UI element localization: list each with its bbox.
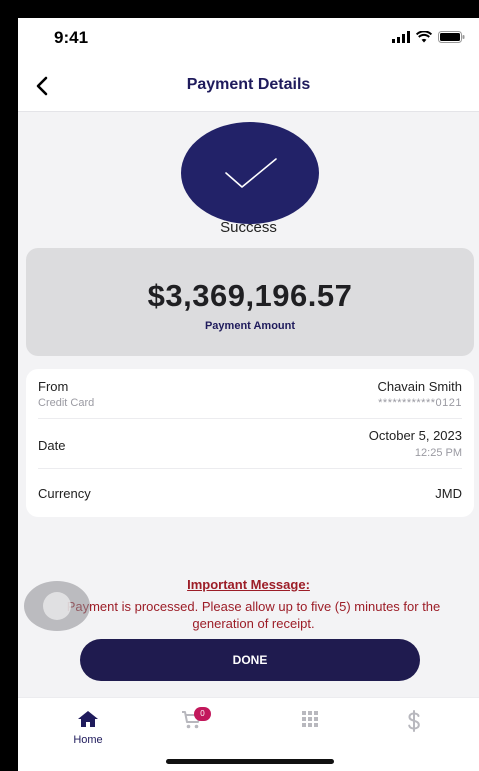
date-label: Date xyxy=(38,438,66,453)
home-icon xyxy=(78,711,98,727)
from-source: Credit Card xyxy=(38,397,95,409)
wifi-icon xyxy=(416,31,432,43)
nav-item-payments[interactable] xyxy=(384,710,444,737)
status-bar: 9:41 xyxy=(18,18,479,62)
signal-icon xyxy=(392,31,410,43)
time-value: 12:25 PM xyxy=(414,447,462,459)
from-name: Chavain Smith xyxy=(377,379,462,394)
important-message-title: Important Message: xyxy=(187,577,310,592)
payment-amount-value: $3,369,196.57 xyxy=(147,278,353,313)
battery-icon xyxy=(438,31,465,43)
date-value: October 5, 2023 xyxy=(368,428,462,443)
important-message-body: Payment is processed. Please allow up to… xyxy=(66,599,441,631)
checkmark-icon xyxy=(225,158,277,188)
masked-card-number: ************0121 xyxy=(378,397,462,409)
assistive-touch-icon xyxy=(43,592,71,620)
payment-details-screen: 9:41 Payment Details Success $3,369,196.… xyxy=(18,18,479,771)
amount-card: $3,369,196.57 Payment Amount xyxy=(26,248,474,356)
assistive-touch-button[interactable] xyxy=(24,581,90,631)
nav-item-cart[interactable]: 0 xyxy=(162,707,222,735)
currency-label: Currency xyxy=(38,486,91,501)
payment-amount-label: Payment Amount xyxy=(204,320,296,332)
dollar-icon xyxy=(408,710,420,732)
details-card: From Credit Card Chavain Smith *********… xyxy=(26,369,474,517)
nav-item-home[interactable]: Home xyxy=(58,710,118,746)
from-label: From xyxy=(38,379,69,394)
nav-item-menu[interactable] xyxy=(280,710,340,733)
done-button[interactable]: DONE xyxy=(80,639,420,681)
detail-row-date: Date October 5, 2023 12:25 PM xyxy=(38,419,462,469)
status-icons xyxy=(392,31,465,43)
home-indicator xyxy=(166,759,334,764)
header: Payment Details xyxy=(18,62,479,112)
detail-row-currency: Currency JMD xyxy=(38,469,462,517)
cart-badge: 0 xyxy=(194,707,211,721)
currency-value: JMD xyxy=(435,486,462,501)
page-title: Payment Details xyxy=(186,76,311,93)
status-time: 9:41 xyxy=(54,28,89,47)
detail-row-from: From Credit Card Chavain Smith *********… xyxy=(38,369,462,419)
success-badge xyxy=(181,122,319,224)
success-label: Success xyxy=(220,219,277,236)
nav-home-label: Home xyxy=(73,734,103,746)
grid-icon xyxy=(302,711,318,727)
